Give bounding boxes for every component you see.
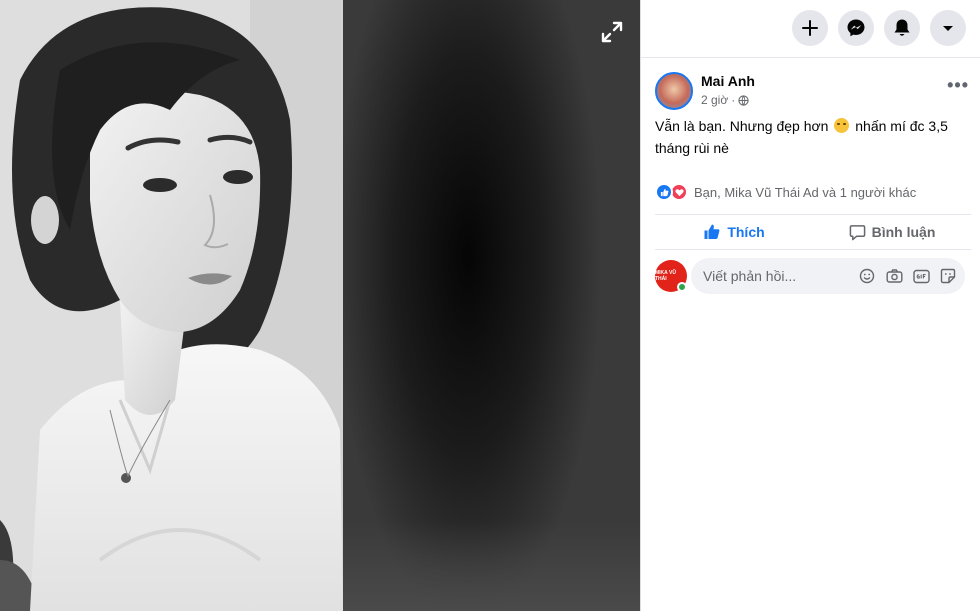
smiley-icon [859,268,875,284]
smiling-face-emoji-icon [834,118,850,133]
notifications-button[interactable] [884,10,920,46]
caret-down-icon [943,26,953,31]
author-name[interactable]: Mai Anh [701,73,755,89]
post-sidebar: Mai Anh 2 giờ · ••• Vẫn là bạn. Nhưng đẹ… [640,0,980,611]
online-status-dot [677,282,687,292]
comment-tools [858,267,957,285]
comment-icon [849,224,865,240]
messenger-icon [847,19,865,37]
comment-composer: MIKA VŨ THÁI Viết phản hồi... [655,258,971,294]
post-text-part1: Vẫn là bạn. Nhưng đẹp hơn [655,118,829,134]
post-meta: 2 giờ · [701,93,749,107]
photo-attach-button[interactable] [885,267,903,285]
more-options-button[interactable]: ••• [947,76,969,94]
bell-icon [894,19,910,36]
camera-icon [886,269,903,283]
create-button[interactable] [792,10,828,46]
plus-icon [802,20,818,36]
like-reaction-icon [655,183,673,201]
top-bar [641,0,980,58]
meta-separator: · [731,93,736,107]
thumbs-up-icon [704,224,720,239]
author-avatar[interactable] [655,72,693,110]
globe-icon[interactable] [738,94,749,106]
comment-placeholder: Viết phản hồi... [703,268,797,284]
photo-blur-background [343,0,640,611]
post-actions: Thích Bình luận [655,214,971,250]
comment-label: Bình luận [871,224,936,240]
emoji-button[interactable] [858,267,876,285]
my-avatar-logo-text: MIKA VŨ THÁI [655,270,676,282]
gif-icon [912,269,930,283]
like-label: Thích [727,224,765,240]
comment-input[interactable]: Viết phản hồi... [691,258,965,294]
messenger-button[interactable] [838,10,874,46]
sticker-button[interactable] [939,267,957,285]
reactions-text: Bạn, Mika Vũ Thái Ad và 1 người khác [694,184,917,200]
expand-button[interactable] [598,18,626,46]
post-time[interactable]: 2 giờ [701,93,728,107]
post-header: Mai Anh 2 giờ · ••• [655,72,971,112]
reactions-summary[interactable]: Bạn, Mika Vũ Thái Ad và 1 người khác [655,182,971,202]
photo-viewer [0,0,640,611]
account-menu-button[interactable] [930,10,966,46]
gif-button[interactable] [912,267,930,285]
expand-icon [601,21,623,43]
post-photo[interactable] [0,0,343,611]
like-button[interactable]: Thích [655,215,813,249]
reaction-icons [655,183,688,201]
sticker-icon [940,268,956,284]
photo-illustration [0,0,343,611]
post-text: Vẫn là bạn. Nhưng đẹp hơn nhấn mí đc 3,5… [655,115,965,159]
comment-button[interactable]: Bình luận [813,215,971,249]
